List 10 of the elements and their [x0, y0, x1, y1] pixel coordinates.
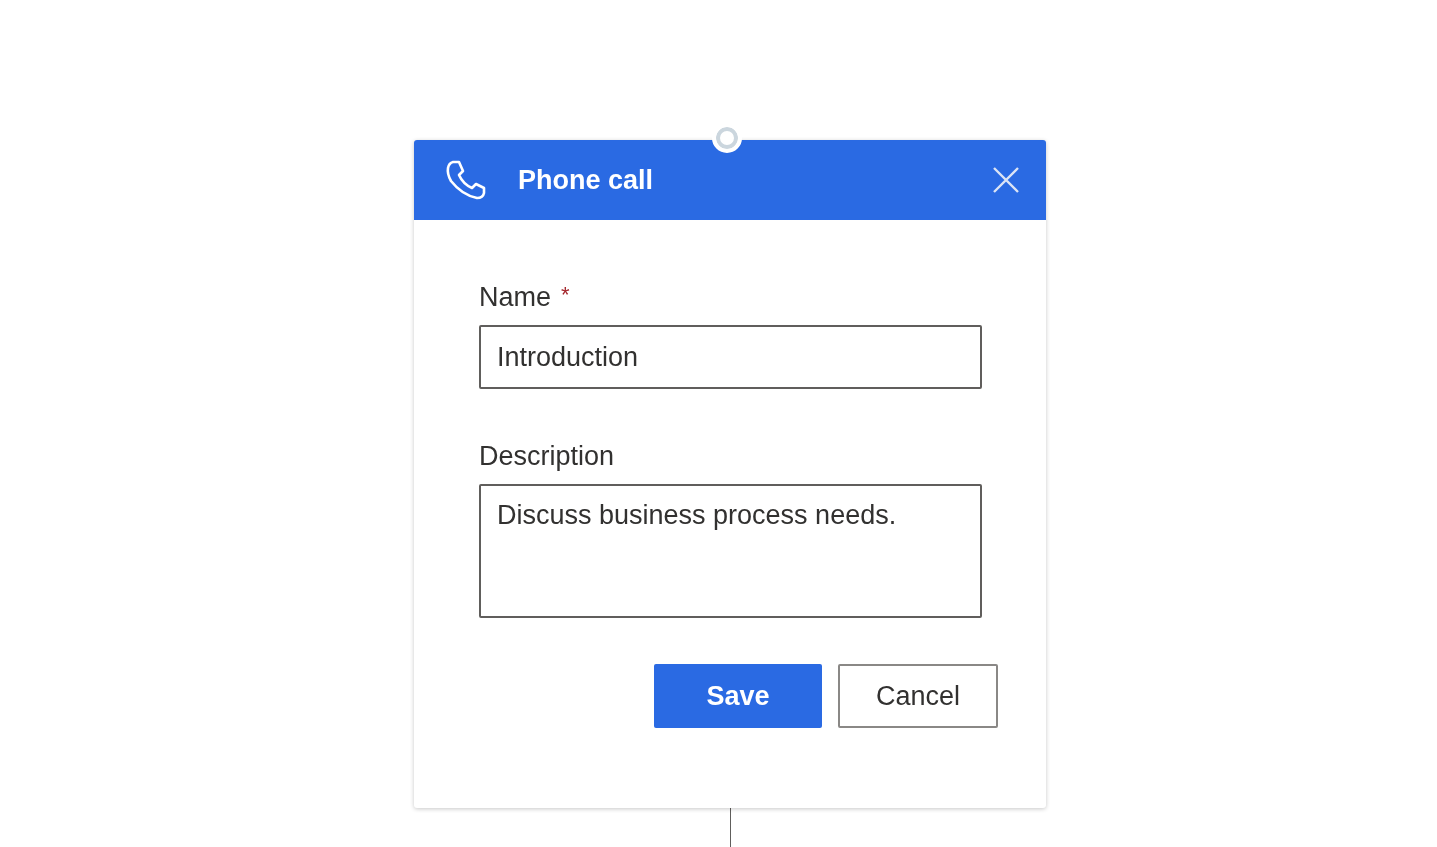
field-label: Name [479, 282, 552, 313]
phone-icon [445, 159, 487, 201]
save-button[interactable]: Save [654, 664, 822, 728]
field-label: Description [479, 441, 615, 472]
text-area[interactable]: Discuss business process needs. [479, 484, 982, 618]
cancel-button[interactable]: Cancel [838, 664, 998, 728]
text-field[interactable]: Introduction [479, 325, 982, 389]
dialog-title: Phone call [518, 164, 655, 196]
close-button[interactable] [992, 166, 1020, 194]
required-mark: * [561, 282, 570, 308]
